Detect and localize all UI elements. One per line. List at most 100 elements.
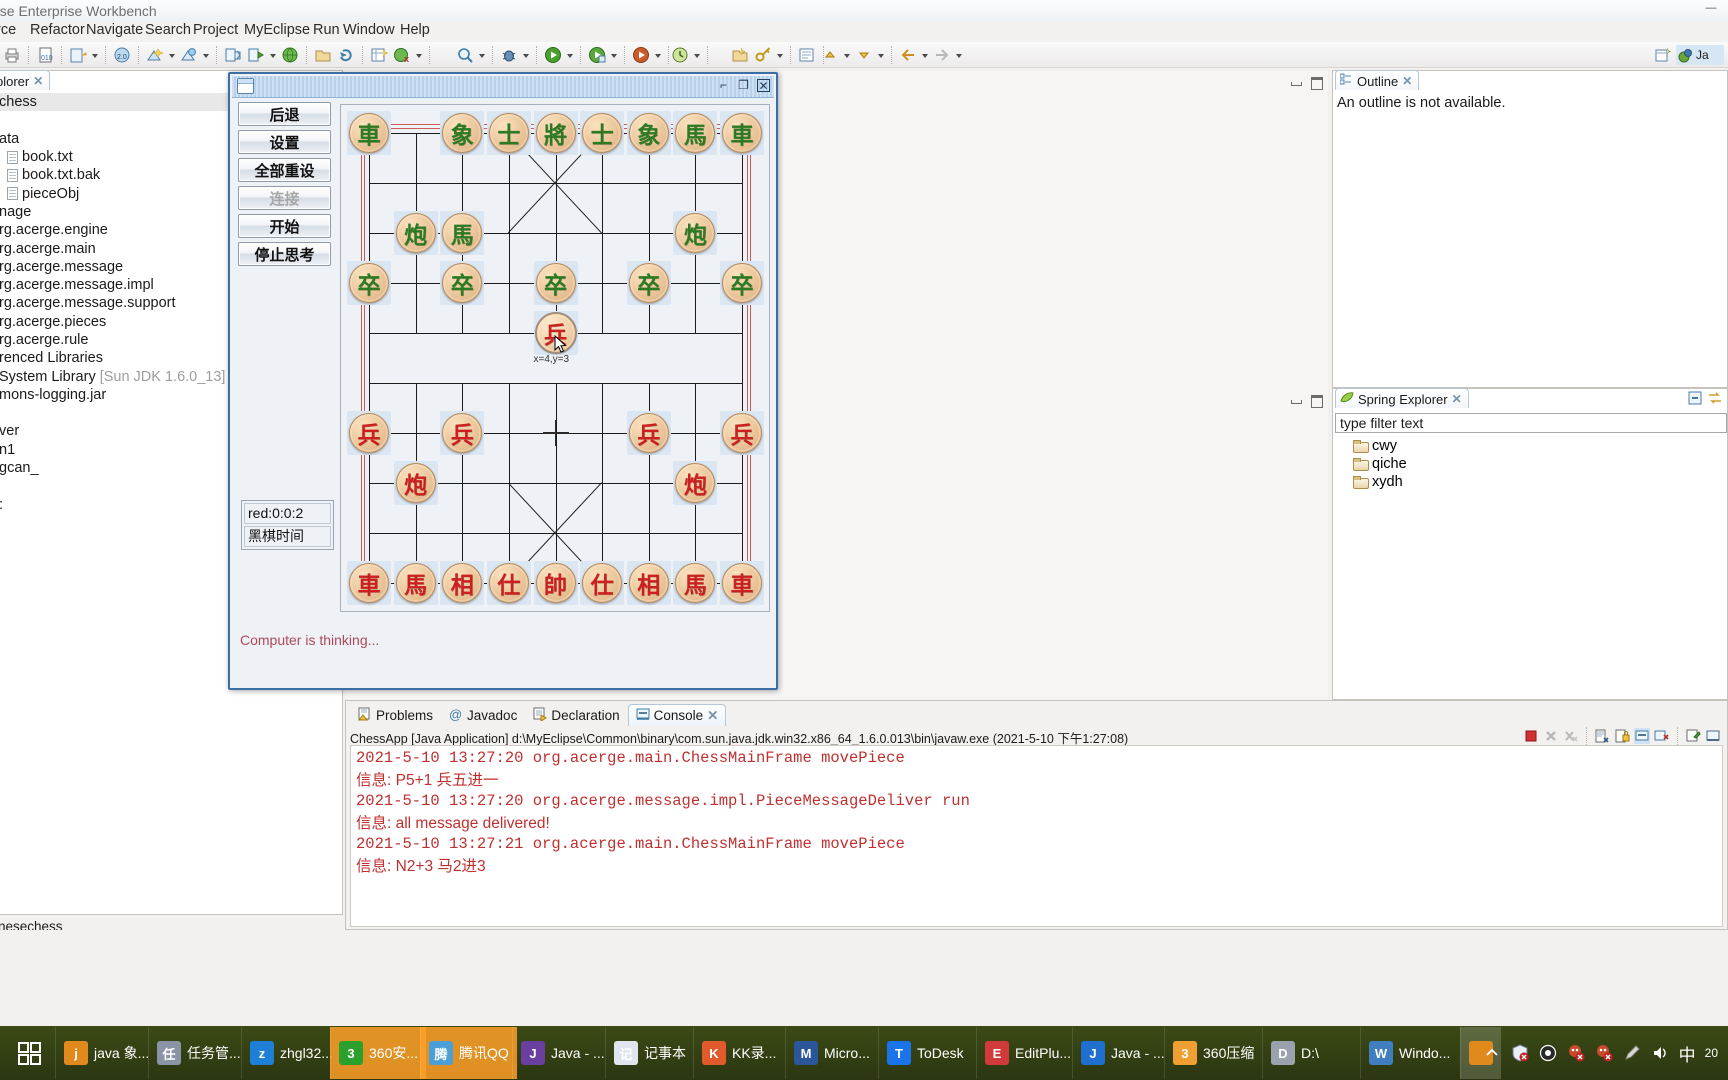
chess-piece-black[interactable]: 炮 — [395, 213, 436, 253]
refresh-icon[interactable] — [336, 45, 356, 65]
chess-piece-red[interactable]: 仕 — [582, 563, 623, 603]
console-toolbar[interactable] — [1523, 727, 1721, 745]
open-console-icon[interactable] — [1705, 728, 1721, 744]
chess-board-panel[interactable]: 車象士將士象馬車炮馬炮卒卒卒卒卒兵 x=4,y=3 兵兵兵兵炮炮車馬相仕帥仕相馬車 — [340, 104, 770, 612]
system-tray[interactable]: 中 20 — [1475, 1027, 1726, 1079]
search-dropdown-arrow[interactable] — [478, 45, 486, 65]
maximize-icon[interactable] — [1310, 76, 1323, 90]
chess-piece-black[interactable]: 象 — [442, 113, 483, 153]
volume-icon[interactable] — [1651, 1044, 1670, 1063]
chess-board[interactable]: 車象士將士象馬車炮馬炮卒卒卒卒卒兵 x=4,y=3 兵兵兵兵炮炮車馬相仕帥仕相馬車 — [347, 111, 764, 605]
clear-console-icon[interactable] — [1594, 728, 1610, 744]
search-icon[interactable] — [455, 45, 475, 65]
menu-bar[interactable]: rce RefactorNavigateSearchProject MyEclips… — [0, 22, 1728, 40]
new-table-icon[interactable] — [369, 45, 389, 65]
chess-piece-red[interactable]: 車 — [722, 563, 762, 603]
spring-filter-input[interactable]: type filter text — [1335, 413, 1727, 433]
taskbar-item[interactable]: 3 360安... — [330, 1027, 427, 1079]
forward-dropdown-arrow[interactable] — [955, 45, 963, 65]
chess-piece-red[interactable]: 兵 — [722, 413, 762, 453]
menu-item-search[interactable]: Search — [145, 22, 191, 38]
debug-dropdown-arrow[interactable] — [522, 45, 530, 65]
tab-spring-explorer[interactable]: Spring Explorer ✕ — [1335, 388, 1469, 408]
window-controls[interactable]: — — [1698, 2, 1724, 17]
run-external-dropdown-arrow[interactable] — [610, 45, 618, 65]
chess-piece-black[interactable]: 卒 — [535, 263, 576, 303]
tab-declaration[interactable]: Declaration — [525, 704, 627, 726]
back-icon[interactable] — [898, 45, 918, 65]
chess-piece-red[interactable]: 仕 — [488, 563, 529, 603]
chess-piece-red[interactable]: 兵 — [349, 413, 389, 453]
show-console-icon[interactable] — [1634, 728, 1650, 744]
remove-all-launches-icon[interactable] — [1563, 728, 1579, 744]
tab-outline[interactable]: Outline ✕ — [1335, 70, 1420, 90]
taskbar-item[interactable]: 任任务管... — [148, 1027, 249, 1079]
tab-javadoc[interactable]: @ Javadoc — [441, 704, 525, 726]
pin-console-icon[interactable] — [1685, 728, 1701, 744]
taskbar-item[interactable]: T ToDesk — [878, 1027, 972, 1079]
chess-application-window[interactable]: ⌐ ❐ ✕ 后退 设置 全部重设 连接 开始 停止思考 red:0:0:2 黑棋时间 Co… — [228, 72, 778, 690]
history-dropdown-arrow[interactable] — [693, 45, 701, 65]
run-dropdown-arrow[interactable] — [566, 45, 574, 65]
main-toolbar[interactable]: 010 2.0 x Ja — [0, 42, 1728, 68]
chess-piece-black[interactable]: 卒 — [442, 263, 483, 303]
taskbar-item[interactable]: 腾腾讯QQ — [420, 1027, 517, 1079]
prev-annotation-arrow[interactable] — [843, 45, 851, 65]
chess-piece-black[interactable]: 車 — [349, 113, 389, 153]
print-icon[interactable] — [2, 45, 22, 65]
new-wizard-dropdown-arrow[interactable] — [91, 45, 99, 65]
binary-file-icon[interactable]: 010 — [35, 45, 55, 65]
alert-icon-2[interactable] — [1595, 1044, 1614, 1063]
globe-x-icon[interactable]: x — [392, 45, 412, 65]
scroll-lock-icon[interactable] — [1614, 728, 1630, 744]
new-class-dropdown-arrow[interactable] — [202, 45, 210, 65]
minimize-icon[interactable] — [1290, 76, 1302, 88]
chess-piece-red[interactable]: 兵 — [442, 413, 483, 453]
new-java-project-icon[interactable] — [145, 45, 165, 65]
taskbar-item[interactable]: z zhgl32... — [241, 1027, 341, 1079]
chess-title-bar[interactable]: ⌐ ❐ ✕ — [232, 76, 774, 98]
taskbar-item[interactable]: D D:\ — [1262, 1027, 1327, 1079]
run-config-icon[interactable] — [246, 45, 266, 65]
pen-icon[interactable] — [1623, 1044, 1642, 1063]
history-icon[interactable] — [670, 45, 690, 65]
taskbar-item[interactable]: 3 360压缩 — [1164, 1027, 1262, 1079]
new-folder-icon[interactable] — [730, 45, 750, 65]
run-config-dropdown-arrow[interactable] — [269, 45, 277, 65]
circle-icon[interactable] — [1539, 1044, 1558, 1063]
chess-maximize-button[interactable]: ❐ — [737, 79, 750, 92]
open-type-icon[interactable] — [223, 45, 243, 65]
console-output[interactable]: 2021-5-10 13:27:20 org.acerge.main.Chess… — [350, 745, 1723, 927]
shield-icon[interactable] — [1511, 1043, 1530, 1063]
taskbar-item[interactable]: 记记事本 — [605, 1027, 694, 1079]
close-console-icon[interactable] — [1654, 728, 1670, 744]
minimize-icon[interactable] — [1290, 394, 1302, 406]
taskbar-item[interactable]: J Java - ... — [512, 1027, 613, 1079]
back-dropdown-arrow[interactable] — [921, 45, 929, 65]
prev-annotation-icon[interactable] — [820, 45, 840, 65]
new-java-dropdown-arrow[interactable] — [168, 45, 176, 65]
menu-item-refactor[interactable]: Refactor — [30, 22, 85, 38]
editor-minmax-buttons[interactable] — [1290, 76, 1323, 90]
chess-piece-black[interactable]: 士 — [488, 113, 529, 153]
taskbar-item[interactable]: j java 象... — [55, 1027, 157, 1079]
taskbar-item[interactable]: W Windo... — [1360, 1027, 1458, 1079]
chess-piece-black[interactable]: 卒 — [722, 263, 762, 303]
taskbar-item[interactable]: K KK录... — [693, 1027, 784, 1079]
menu-item-navigate[interactable]: Navigate — [86, 22, 143, 38]
chess-piece-black[interactable]: 象 — [628, 113, 669, 153]
debug-bug-icon[interactable] — [499, 45, 519, 65]
chess-window-controls[interactable]: ⌐ ❐ ✕ — [717, 79, 770, 92]
chess-piece-red[interactable]: 車 — [349, 563, 389, 603]
chess-piece-black[interactable]: 卒 — [349, 263, 389, 303]
menu-item-project[interactable]: Project — [193, 22, 238, 38]
chess-button-1[interactable]: 设置 — [238, 130, 331, 154]
chess-close-button[interactable]: ✕ — [757, 79, 770, 92]
globe-dropdown-arrow[interactable] — [415, 45, 423, 65]
editor-icon[interactable] — [797, 45, 817, 65]
tab-project-explorer[interactable]: plorer ✕ — [0, 70, 51, 90]
chess-piece-red[interactable]: 帥 — [535, 563, 576, 603]
maximize-icon[interactable] — [1310, 394, 1323, 408]
chess-piece-red[interactable]: 兵 — [628, 413, 669, 453]
close-icon[interactable]: ✕ — [1452, 392, 1462, 406]
